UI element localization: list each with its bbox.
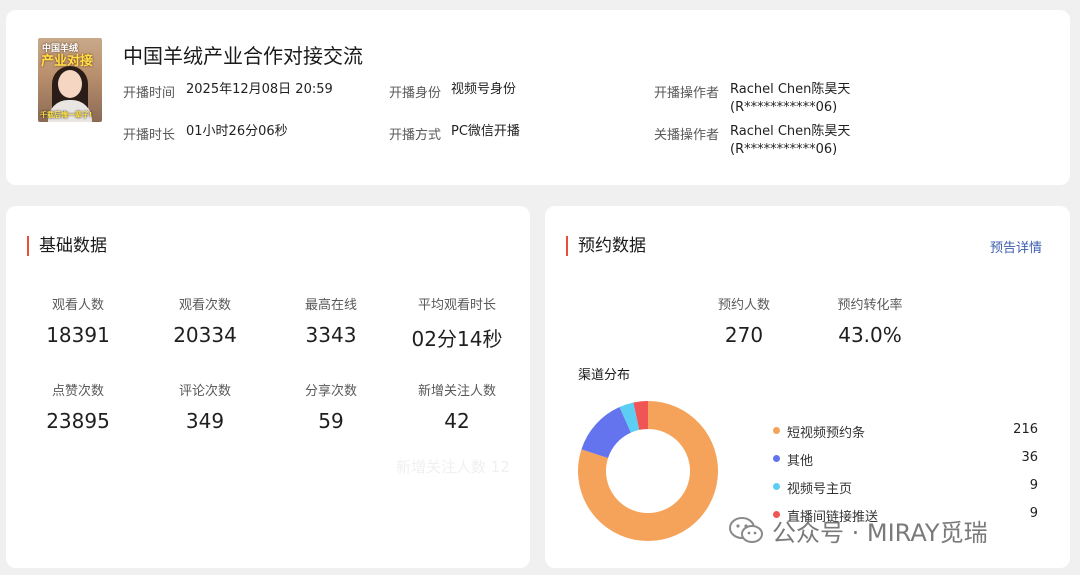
stat-label: 预约人数 — [717, 298, 770, 313]
duration-label: 开播时长 — [123, 128, 176, 143]
legend-value: 216 — [1013, 422, 1038, 437]
stat-reservations: 预约人数 270 — [689, 294, 799, 347]
end-operator-label: 关播操作者 — [654, 128, 720, 143]
stat-viewers: 观看人数 18391 — [23, 294, 133, 347]
stat-value: 20334 — [173, 323, 237, 347]
basic-data-title: 基础数据 — [27, 236, 107, 256]
stat-peak-online: 最高在线 3343 — [276, 294, 386, 347]
channel-distribution-title: 渠道分布 — [578, 368, 631, 383]
stat-new-followers: 新增关注人数 42 — [402, 380, 512, 433]
stat-label: 平均观看时长 — [417, 298, 496, 313]
stat-comments: 评论次数 349 — [150, 380, 260, 433]
stat-value: 42 — [444, 409, 470, 433]
legend-label: 其他 — [787, 454, 814, 469]
stat-likes: 点赞次数 23895 — [23, 380, 133, 433]
stat-avg-watch-time: 平均观看时长 02分14秒 — [402, 294, 512, 352]
legend-value: 9 — [1029, 478, 1038, 493]
stat-label: 最高在线 — [304, 298, 357, 313]
stat-label: 观看人数 — [51, 298, 104, 313]
start-time-label: 开播时间 — [123, 86, 176, 101]
stat-value: 23895 — [46, 409, 110, 433]
watermark: 公众号 · MIRAY觅瑞 — [728, 512, 988, 548]
method-label: 开播方式 — [389, 128, 442, 143]
live-info-card: 中国羊绒 产业对接 千载后悔一辈子! 中国羊绒产业合作对接交流 开播时间 202… — [6, 10, 1070, 185]
stat-label: 观看次数 — [178, 298, 231, 313]
stat-shares: 分享次数 59 — [276, 380, 386, 433]
end-operator-name: Rachel Chen陈昊天 — [730, 124, 851, 139]
start-operator-label: 开播操作者 — [654, 86, 720, 101]
identity-label: 开播身份 — [389, 86, 442, 101]
stat-value: 02分14秒 — [411, 327, 503, 351]
stat-label: 预约转化率 — [837, 298, 903, 313]
legend-dot-icon — [773, 427, 780, 434]
stat-conversion-rate: 预约转化率 43.0% — [815, 294, 925, 347]
legend-value: 36 — [1021, 450, 1038, 465]
preview-detail-link[interactable]: 预告详情 — [990, 237, 1042, 256]
cover-face — [58, 70, 82, 98]
stat-views: 观看次数 20334 — [150, 294, 260, 347]
legend-item[interactable]: 视频号主页 9 — [773, 478, 1038, 497]
legend-label: 视频号主页 — [787, 482, 853, 497]
legend-dot-icon — [773, 483, 780, 490]
basic-data-card: 基础数据 观看人数 18391 观看次数 20334 最高在线 3343 平均观… — [6, 206, 530, 568]
ghost-text: 新增关注人数 12 — [396, 458, 510, 476]
legend-label: 短视频预约条 — [787, 426, 866, 441]
stat-label: 新增关注人数 — [417, 384, 496, 399]
stat-label: 点赞次数 — [51, 384, 104, 399]
watermark-text: 公众号 · MIRAY觅瑞 — [772, 518, 988, 547]
legend-value: 9 — [1029, 506, 1038, 521]
start-time-value: 2025年12月08日 20:59 — [186, 82, 333, 97]
stat-value: 270 — [724, 323, 764, 347]
start-operator-name: Rachel Chen陈昊天 — [730, 82, 851, 97]
identity-value: 视频号身份 — [451, 82, 517, 97]
stat-value: 349 — [185, 409, 225, 433]
cover-text-line3: 千载后悔一辈子! — [40, 111, 93, 119]
legend-item[interactable]: 短视频预约条 216 — [773, 422, 1038, 441]
end-operator-id: (R***********06) — [730, 142, 838, 157]
legend-item[interactable]: 其他 36 — [773, 450, 1038, 469]
duration-value: 01小时26分06秒 — [186, 124, 288, 139]
method-value: PC微信开播 — [451, 124, 520, 139]
stat-value: 59 — [318, 409, 344, 433]
stat-value: 3343 — [305, 323, 357, 347]
reservation-data-title: 预约数据 — [566, 236, 646, 256]
stat-label: 评论次数 — [178, 384, 231, 399]
stat-value: 43.0% — [838, 323, 902, 347]
legend-dot-icon — [773, 455, 780, 462]
wechat-icon — [729, 517, 763, 543]
live-title: 中国羊绒产业合作对接交流 — [123, 44, 363, 68]
start-operator-id: (R***********06) — [730, 100, 838, 115]
stat-label: 分享次数 — [304, 384, 357, 399]
channel-donut-chart — [578, 401, 718, 541]
stat-value: 18391 — [46, 323, 110, 347]
live-cover-image: 中国羊绒 产业对接 千载后悔一辈子! — [38, 38, 102, 122]
